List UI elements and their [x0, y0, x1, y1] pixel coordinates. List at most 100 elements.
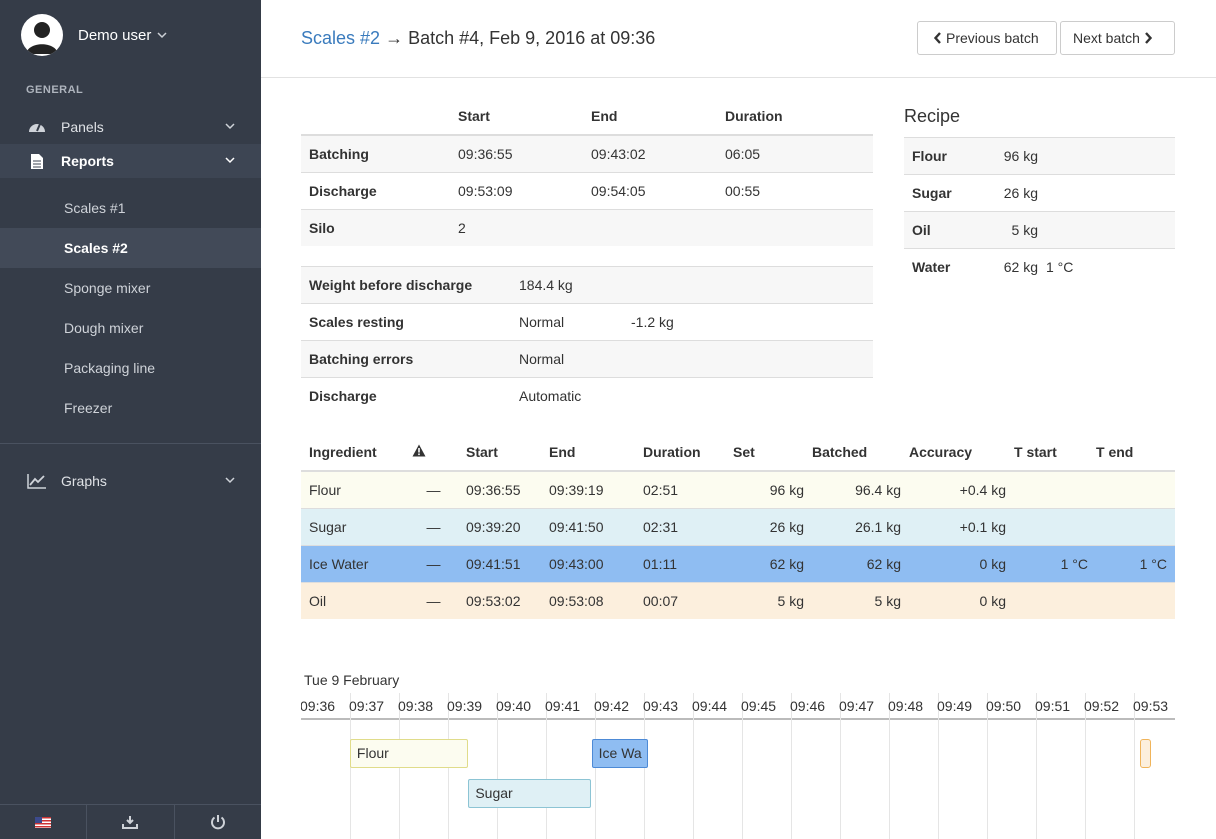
cell-ingredient: Oil [301, 581, 412, 619]
header-end: End [591, 98, 725, 136]
cell-start: 09:39:20 [455, 507, 549, 545]
row-label: Scales resting [301, 303, 519, 341]
cell-start: 2 [458, 208, 591, 246]
cell-start: 09:36:55 [458, 134, 591, 172]
row-label: Discharge [301, 171, 458, 209]
nav-panels[interactable]: Panels [0, 110, 261, 144]
header-duration: Duration [643, 434, 733, 472]
timeline-gridline [546, 693, 547, 839]
next-batch-label: Next batch [1073, 30, 1140, 46]
cell-duration: 02:31 [643, 507, 733, 545]
cell-accuracy: +0.1 kg [909, 507, 1014, 545]
chevron-right-icon [1145, 32, 1152, 44]
language-button[interactable] [0, 805, 88, 839]
header-blank [301, 98, 458, 136]
timeline-gridline [840, 693, 841, 839]
main: Scales #2 → Batch #4, Feb 9, 2016 at 09:… [261, 0, 1216, 839]
cell-value: Normal [519, 303, 631, 341]
breadcrumb-link-scales[interactable]: Scales #2 [301, 28, 380, 48]
cell-t-start [1014, 507, 1096, 545]
recipe-temp: 1 °C [1046, 248, 1175, 286]
timeline-tick-label: 09:53 [1133, 698, 1169, 714]
timeline-bar[interactable]: Sugar [468, 779, 591, 808]
timeline-tick-label: 09:44 [692, 698, 728, 714]
timeline-gridline [1036, 693, 1037, 839]
timeline-tick-label: 09:45 [741, 698, 777, 714]
timeline-tick-label: 09:51 [1035, 698, 1071, 714]
header-start: Start [455, 434, 549, 472]
timeline-gridline [497, 693, 498, 839]
timeline-tick-label: 09:47 [839, 698, 875, 714]
timeline-gridline [742, 693, 743, 839]
recipe-temp [1046, 137, 1175, 175]
sidebar: Demo user GENERAL Panels Reports Scales … [0, 0, 261, 839]
cell-end: 09:41:50 [549, 507, 643, 545]
table-row: Weight before discharge 184.4 kg [301, 266, 873, 304]
previous-batch-label: Previous batch [946, 30, 1039, 46]
cell-ingredient: Ice Water [301, 544, 412, 582]
timeline-bar[interactable]: Ice Wa [591, 739, 648, 768]
table-row: Discharge 09:53:09 09:54:05 00:55 [301, 171, 873, 209]
cell-duration: 02:51 [643, 470, 733, 508]
timeline-tick-label: 09:46 [790, 698, 826, 714]
logout-button[interactable] [175, 805, 261, 839]
timeline-tick-label: 09:36 [301, 698, 336, 714]
timeline-tick-label: 09:52 [1084, 698, 1120, 714]
chevron-down-icon [225, 157, 235, 164]
download-button[interactable] [87, 805, 175, 839]
nav-reports[interactable]: Reports [0, 144, 261, 178]
header-warning [412, 434, 455, 472]
cell-batched: 62 kg [812, 544, 909, 582]
table-row: Silo 2 [301, 208, 873, 246]
recipe-name: Flour [904, 137, 996, 175]
timeline-tick-label: 09:43 [643, 698, 679, 714]
sub-item-dough-mixer[interactable]: Dough mixer [0, 308, 261, 348]
cell-set: 62 kg [733, 544, 812, 582]
chevron-down-icon [225, 477, 235, 484]
recipe-temp [1046, 211, 1175, 249]
divider [0, 443, 261, 444]
timeline-bar[interactable] [1139, 739, 1151, 768]
timeline[interactable]: 09:36 09:37 09:38 09:39 09:40 09:41 09:42 09:43… [301, 693, 1175, 839]
cell-warning: — [412, 470, 455, 508]
cell-batched: 26.1 kg [812, 507, 909, 545]
topbar: Scales #2 → Batch #4, Feb 9, 2016 at 09:… [261, 0, 1216, 78]
cell-duration: 06:05 [725, 134, 873, 172]
cell-t-end [1096, 581, 1175, 619]
cell-duration [725, 208, 873, 246]
sub-item-packaging-line[interactable]: Packaging line [0, 348, 261, 388]
sub-item-scales-1[interactable]: Scales #1 [0, 188, 261, 228]
cell-ingredient: Sugar [301, 507, 412, 545]
sub-item-scales-2[interactable]: Scales #2 [0, 228, 261, 268]
row-label: Batching [301, 134, 458, 172]
nav-graphs[interactable]: Graphs [0, 464, 261, 498]
cell-end [591, 208, 725, 246]
nav-reports-label: Reports [61, 153, 114, 169]
chevron-down-icon [157, 32, 167, 39]
cell-set: 5 kg [733, 581, 812, 619]
power-icon [210, 815, 225, 830]
sub-item-freezer[interactable]: Freezer [0, 388, 261, 428]
header-t-start: T start [1014, 434, 1096, 472]
table-row: Batching errors Normal [301, 340, 873, 378]
next-batch-button[interactable]: Next batch [1060, 21, 1175, 55]
previous-batch-button[interactable]: Previous batch [917, 21, 1057, 55]
batch-details-table: Weight before discharge 184.4 kg Scales … [301, 266, 873, 415]
timeline-tick-label: 09:48 [888, 698, 924, 714]
timeline-bar[interactable]: Flour [349, 739, 468, 768]
cell-value: Normal [519, 340, 631, 378]
timeline-tick-label: 09:37 [349, 698, 385, 714]
row-label: Batching errors [301, 340, 519, 378]
user-menu[interactable]: Demo user [0, 0, 261, 70]
cell-set: 26 kg [733, 507, 812, 545]
timeline-gridline [1134, 693, 1135, 839]
section-general: GENERAL [26, 84, 84, 96]
recipe-amount: 96 kg [996, 137, 1046, 175]
header-duration: Duration [725, 98, 873, 136]
batch-times-table: Start End Duration Batching 09:36:55 09:… [301, 98, 873, 246]
cell-start: 09:41:51 [455, 544, 549, 582]
download-icon [122, 816, 139, 829]
sub-item-sponge-mixer[interactable]: Sponge mixer [0, 268, 261, 308]
row-label: Silo [301, 208, 458, 246]
table-row: Discharge Automatic [301, 377, 873, 415]
